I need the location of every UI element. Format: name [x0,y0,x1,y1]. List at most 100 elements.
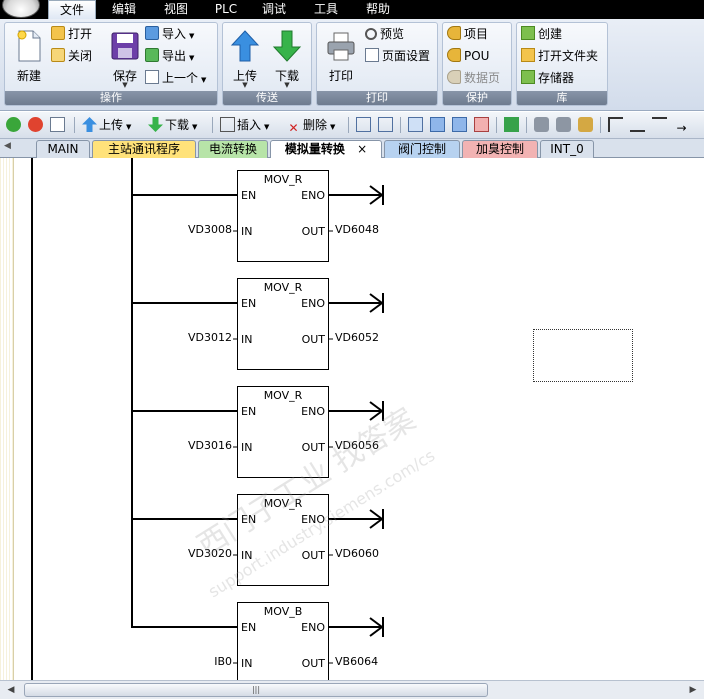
tab-close-icon[interactable]: × [357,142,367,156]
stop-button[interactable] [28,115,45,135]
memory-button[interactable]: 存储器 [521,69,574,88]
toolbar-download-label: 下载 [165,118,190,132]
toolbar-upload-label: 上传 [99,118,124,132]
in-operand[interactable]: VD3012 [188,331,232,344]
menu-file[interactable]: 文件 [48,0,96,19]
unlock-button[interactable] [556,115,573,135]
block-name: MOV_R [263,497,303,510]
print-button[interactable]: 打印 [321,27,361,89]
download-dropdown-icon[interactable]: ▼ [267,81,307,89]
create-library-button[interactable]: 创建 [521,25,562,44]
toolbar-separator [348,117,349,133]
preview-button[interactable]: 预览 [365,25,404,44]
menu-edit[interactable]: 编辑 [104,0,144,19]
download-button[interactable]: 下载 ▼ [267,27,307,89]
toolbar-upload-button[interactable]: 上传 ▼ [82,115,131,135]
in-operand[interactable]: IB0 [214,655,232,668]
save-dropdown-icon[interactable]: ▼ [105,81,145,89]
next-bookmark-button[interactable] [452,115,469,135]
eno-label: ENO [301,621,325,634]
ladder-editor[interactable]: MOV_R EN ENO IN OUT VD3008 VD6048 MOV_R EN ENO IN O… [0,158,704,680]
instruction-block[interactable]: MOV_R EN ENO IN OUT [237,386,329,478]
line-right-button[interactable]: → [674,115,691,135]
scrollbar-thumb[interactable]: ||| [24,683,488,697]
scroll-right-icon[interactable]: ▶ [686,683,700,697]
instruction-block[interactable]: MOV_R EN ENO IN OUT [237,494,329,586]
out-operand[interactable]: VD6056 [335,439,379,452]
instruction-block[interactable]: MOV_R EN ENO IN OUT [237,170,329,262]
branch-up-button[interactable] [652,115,669,135]
page-setup-button[interactable]: 页面设置 [365,47,430,66]
lock-button[interactable] [534,115,551,135]
close-button[interactable]: 关闭 [51,47,92,66]
instruction-block[interactable]: MOV_R EN ENO IN OUT [237,278,329,370]
tab-odorization-control[interactable]: 加臭控制 [462,140,538,158]
out-operand[interactable]: VD6052 [335,331,379,344]
in-operand[interactable]: VD3020 [188,547,232,560]
project-button[interactable]: 项目 [447,25,488,44]
new-button[interactable]: 新建 [9,27,49,89]
lock-add-button[interactable] [578,115,595,135]
network2-button[interactable] [378,115,395,135]
toolbar-download-button[interactable]: 下载 ▼ [148,115,197,135]
tab-valve-control[interactable]: 阀门控制 [384,140,460,158]
en-label: EN [241,189,257,202]
upload-dropdown-icon[interactable]: ▼ [225,81,265,89]
tab-analog-conversion[interactable]: 模拟量转换 × [270,140,382,159]
open-folder-button[interactable]: 打开文件夹 [521,47,598,66]
import-button-label: 导入 [162,27,187,41]
out-operand[interactable]: VD6060 [335,547,379,560]
import-button[interactable]: 导入 ▼ [145,25,194,44]
pou-button[interactable]: POU [447,47,489,66]
bookmark-button[interactable] [408,115,425,135]
previous-button[interactable]: 上一个 ▼ [145,69,206,88]
branch-down-button[interactable] [630,115,647,135]
ribbon-group-library: 创建 打开文件夹 存储器 库 [516,22,608,106]
tab-master-comm[interactable]: 主站通讯程序 [92,140,196,158]
toolbar-separator [496,117,497,133]
clear-bookmark-icon [474,117,489,132]
ribbon: 新建 打开 关闭 保存 ▼ 导入 ▼ 导出 ▼ 上一个 ▼ 操作 上传 ▼ 下载… [0,19,704,111]
prev-bookmark-icon [430,117,445,132]
menu-help[interactable]: 帮助 [358,0,398,19]
menu-view[interactable]: 视图 [156,0,196,19]
export-button[interactable]: 导出 ▼ [145,47,194,66]
out-operand[interactable]: VB6064 [335,655,378,668]
tab-main[interactable]: MAIN [36,140,90,158]
prev-bookmark-button[interactable] [430,115,447,135]
data-page-button-label: 数据页 [464,71,501,85]
branch-button[interactable] [608,115,625,135]
program-tabs: ◀ MAIN 主站通讯程序 电流转换 模拟量转换 × 阀门控制 加臭控制 INT… [0,139,704,159]
in-label: IN [241,441,253,454]
run-button[interactable] [6,115,23,135]
insert-button[interactable]: 插入 ▼ [220,115,269,135]
delete-button[interactable]: ✕ 删除 ▼ [286,115,335,135]
menu-plc[interactable]: PLC [206,0,246,19]
open-button[interactable]: 打开 [51,25,92,44]
data-page-button[interactable]: 数据页 [447,69,500,88]
tab-int0[interactable]: INT_0 [540,140,594,158]
menu-debug[interactable]: 调试 [254,0,294,19]
in-operand[interactable]: VD3016 [188,439,232,452]
goto-button[interactable] [504,115,521,135]
upload-button[interactable]: 上传 ▼ [225,27,265,89]
folder-icon [521,48,535,62]
save-button[interactable]: 保存 ▼ [105,27,145,89]
upload-arrow-icon [230,30,260,62]
instruction-block[interactable]: MOV_B EN ENO IN OUT [237,602,329,680]
out-operand[interactable]: VD6048 [335,223,379,236]
tab-current-conversion[interactable]: 电流转换 [198,140,268,158]
tab-scroll-left-icon[interactable]: ◀ [4,141,11,151]
scroll-left-icon[interactable]: ◀ [4,683,18,697]
menu-tools[interactable]: 工具 [306,0,346,19]
clear-bookmark-button[interactable] [474,115,491,135]
block-name: MOV_R [263,173,303,186]
page-setup-button-label: 页面设置 [382,49,431,63]
selection-rectangle[interactable] [533,329,633,382]
folder-open-icon [51,26,65,40]
application-button[interactable] [2,0,40,18]
in-operand[interactable]: VD3008 [188,223,232,236]
compile-button[interactable] [50,115,67,135]
network-button[interactable] [356,115,373,135]
horizontal-scrollbar[interactable]: ◀ ||| ▶ [0,680,704,699]
